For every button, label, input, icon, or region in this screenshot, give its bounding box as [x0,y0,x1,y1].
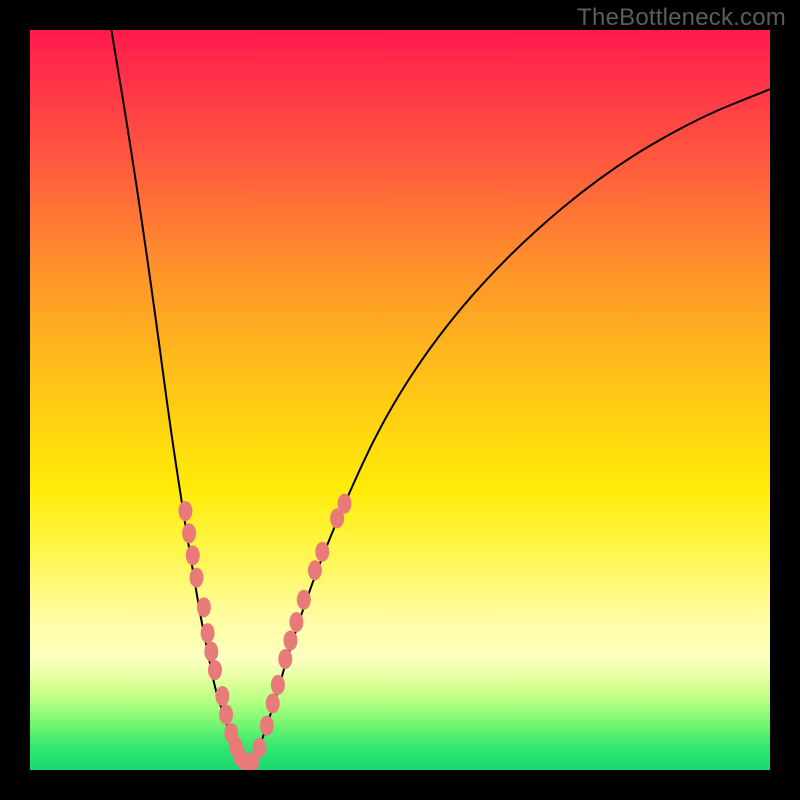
right-curve [252,89,770,762]
data-marker [197,597,211,617]
data-marker [182,523,196,543]
data-marker [186,545,200,565]
left-curve [111,30,244,763]
data-marker [215,686,229,706]
data-marker [178,501,192,521]
plot-area [30,30,770,770]
data-marker [260,716,274,736]
data-marker [338,494,352,514]
data-marker [204,642,218,662]
data-marker [297,590,311,610]
chart-frame: TheBottleneck.com [0,0,800,800]
data-marker [219,705,233,725]
data-marker [201,623,215,643]
data-marker [208,660,222,680]
chart-svg [30,30,770,770]
data-marker [252,738,266,758]
marker-group [178,494,351,770]
data-marker [278,649,292,669]
watermark-text: TheBottleneck.com [577,4,786,32]
data-marker [315,542,329,562]
data-marker [266,693,280,713]
data-marker [289,612,303,632]
data-marker [283,631,297,651]
data-marker [190,568,204,588]
data-marker [271,675,285,695]
data-marker [308,560,322,580]
